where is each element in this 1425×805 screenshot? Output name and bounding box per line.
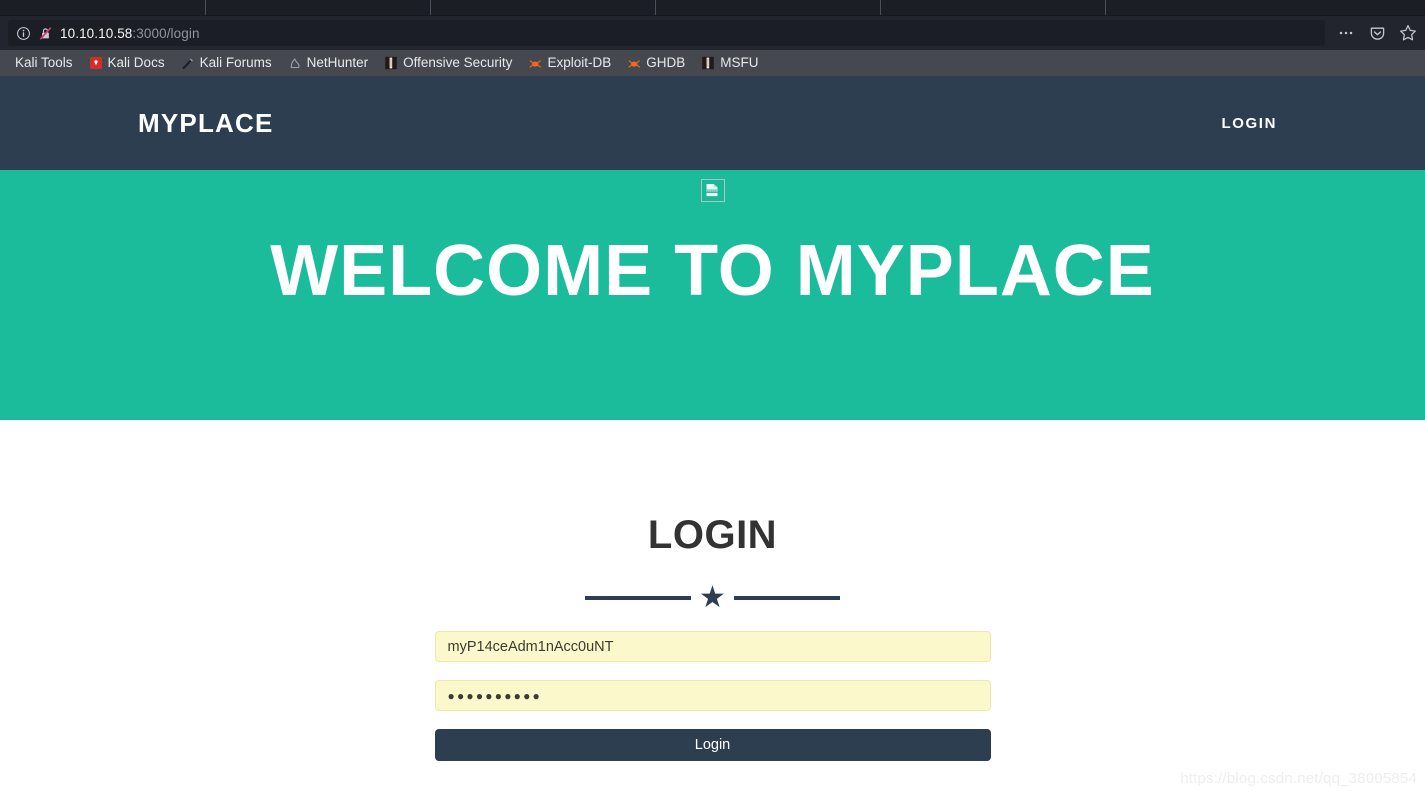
site-navbar: MYPLACE LOGIN <box>0 76 1425 170</box>
tab-separator <box>1105 0 1106 15</box>
bookmark-kali-tools[interactable]: Kali Tools <box>0 53 81 73</box>
divider-line-left <box>585 596 692 600</box>
nav-login-link[interactable]: LOGIN <box>1222 115 1278 132</box>
kali-forums-icon <box>182 58 193 69</box>
msfu-icon <box>702 56 715 70</box>
url-text[interactable]: 10.10.10.58:3000/login <box>60 26 200 41</box>
page-actions-menu-icon[interactable] <box>1337 24 1355 42</box>
browser-toolbar: 10.10.10.58:3000/login <box>0 16 1425 50</box>
login-heading: LOGIN <box>647 513 778 557</box>
kali-docs-icon <box>89 57 102 69</box>
bookmark-label: MSFU <box>720 55 759 71</box>
bookmark-label: Offensive Security <box>403 55 513 71</box>
bookmark-msfu[interactable]: MSFU <box>693 53 766 73</box>
star-divider: ★ <box>585 581 841 614</box>
info-circle-icon[interactable] <box>16 26 31 41</box>
watermark: https://blog.csdn.net/qq_38005854 <box>1180 770 1417 787</box>
tab-separator <box>655 0 656 15</box>
bookmark-kali-forums[interactable]: Kali Forums <box>173 53 280 73</box>
tab-separator <box>430 0 431 15</box>
pocket-icon[interactable] <box>1368 24 1386 42</box>
bookmark-exploit-db[interactable]: Exploit-DB <box>520 53 619 73</box>
bookmark-label: NetHunter <box>306 55 369 71</box>
crossed-out-padlock-icon[interactable] <box>38 26 53 41</box>
divider-line-right <box>733 596 840 600</box>
hero-section: WELCOME TO MYPLACE <box>0 170 1425 420</box>
bookmark-label: Kali Forums <box>199 55 272 71</box>
browser-tabstrip[interactable] <box>0 0 1425 16</box>
tab-separator <box>205 0 206 15</box>
bookmark-offensive-security[interactable]: Offensive Security <box>376 53 520 73</box>
url-host: 10.10.10.58 <box>60 25 133 41</box>
page-viewport: MYPLACE LOGIN WELCOME TO MYPLACE LOGIN ★ <box>0 76 1425 792</box>
bookmark-label: Kali Tools <box>15 55 73 71</box>
nethunter-icon <box>290 58 300 69</box>
kali-tools-icon <box>0 56 10 70</box>
star-icon: ★ <box>699 581 726 614</box>
bookmark-label: GHDB <box>646 55 686 71</box>
offensive-security-icon <box>385 56 397 70</box>
toolbar-right-buttons <box>1325 24 1417 42</box>
login-submit-button[interactable]: Login <box>434 729 991 761</box>
bookmark-label: Kali Docs <box>107 55 165 71</box>
username-input[interactable] <box>434 631 991 662</box>
bookmark-nethunter[interactable]: NetHunter <box>280 53 377 73</box>
ghdb-icon <box>628 60 641 68</box>
bookmark-star-icon[interactable] <box>1399 24 1417 42</box>
bookmark-label: Exploit-DB <box>547 55 612 71</box>
bookmark-kali-docs[interactable]: Kali Docs <box>81 53 173 73</box>
url-path: :3000/login <box>132 25 200 41</box>
site-brand[interactable]: MYPLACE <box>138 108 274 139</box>
login-section: LOGIN ★ Login <box>0 420 1425 761</box>
bookmark-ghdb[interactable]: GHDB <box>619 53 693 73</box>
login-form: Login <box>434 631 991 761</box>
browser-chrome: 10.10.10.58:3000/login Kali Tools Kali D… <box>0 0 1425 76</box>
password-input[interactable] <box>434 680 991 711</box>
bookmarks-bar: Kali Tools Kali Docs Kali Forums NetHunt… <box>0 50 1425 76</box>
broken-image-icon <box>700 179 725 202</box>
exploit-db-icon <box>529 60 542 68</box>
tab-separator <box>880 0 881 15</box>
url-bar[interactable]: 10.10.10.58:3000/login <box>8 20 1325 46</box>
